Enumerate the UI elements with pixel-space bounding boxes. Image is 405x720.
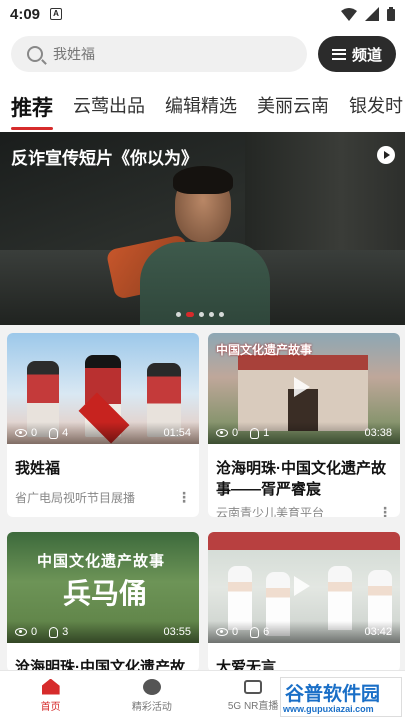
watermark-text: 谷普软件园 (285, 684, 381, 705)
video-thumbnail[interactable]: 中国文化遗产故事 0 1 03:38 (208, 333, 400, 444)
tab-silver[interactable]: 银发时 (349, 92, 403, 118)
view-count: 0 (31, 427, 38, 439)
banner-person (140, 166, 270, 325)
more-icon[interactable]: ⋮ (378, 504, 392, 517)
nav-home-label: 首页 (40, 701, 61, 713)
thumb-caption-large: 兵马俑 (63, 578, 148, 609)
status-bar: 4:09 A (0, 0, 405, 28)
wifi-icon (341, 7, 357, 21)
thumb-caption: 中国文化遗产故事 (37, 553, 166, 570)
watermark-logo: 谷普软件园 www.gupuxiazai.com (280, 677, 402, 717)
nav-live-label: 5G NR直播 (227, 700, 279, 712)
status-time: 4:09 (10, 5, 41, 23)
search-icon (27, 46, 43, 62)
sim-icon: A (50, 8, 63, 20)
like-count: 6 (263, 626, 270, 638)
carousel-dot[interactable] (176, 312, 181, 317)
eye-icon (216, 628, 228, 636)
play-icon[interactable] (377, 146, 395, 164)
thumb-meta: 0 4 01:54 (7, 422, 199, 444)
video-card[interactable]: 0 6 03:42 大爱无言 (208, 532, 400, 672)
battery-icon (387, 7, 395, 21)
category-tabs: 推荐 云莺出品 编辑精选 美丽云南 银发时 (0, 92, 405, 132)
thumb-meta: 0 1 03:38 (208, 422, 400, 444)
more-icon[interactable]: ⋮ (177, 489, 191, 506)
video-thumbnail[interactable]: 中国文化遗产故事 兵马俑 0 3 03:55 (7, 532, 199, 643)
like-icon (250, 427, 260, 439)
view-count: 0 (31, 626, 38, 638)
card-source: 省广电局视听节目展播 (15, 491, 136, 505)
video-thumbnail[interactable]: 0 4 01:54 (7, 333, 199, 444)
card-source: 云南青少儿美育平台 (216, 506, 325, 517)
thumb-meta: 0 3 03:55 (7, 621, 199, 643)
carousel-dot[interactable] (209, 312, 214, 317)
duration: 03:55 (163, 626, 191, 638)
like-count: 4 (62, 427, 69, 439)
video-card[interactable]: 中国文化遗产故事 0 1 03:38 沧海明珠·中国文化遗产故事——胥严睿宸 云… (208, 333, 400, 517)
carousel-dot[interactable] (219, 312, 224, 317)
carousel-dots (176, 312, 224, 317)
eye-icon (15, 429, 27, 437)
banner-carousel[interactable]: 反诈宣传短片《你以为》 (0, 132, 405, 325)
card-title[interactable]: 大爱无言 (208, 643, 400, 672)
nav-home[interactable]: 首页 (0, 671, 101, 720)
like-count: 1 (263, 427, 270, 439)
card-title[interactable]: 沧海明珠·中国文化遗产故事——胥严睿宸 (208, 444, 400, 500)
watermark-url: www.gupuxiazai.com (283, 704, 374, 714)
tab-yunying[interactable]: 云莺出品 (73, 92, 145, 118)
card-source-row: 云南青少儿美育平台 ⋮ (208, 500, 400, 517)
search-bar[interactable] (11, 36, 307, 72)
home-icon (41, 678, 60, 695)
duration: 01:54 (163, 427, 191, 439)
tab-editor-picks[interactable]: 编辑精选 (165, 92, 237, 118)
video-card[interactable]: 0 4 01:54 我姓福 省广电局视听节目展播 ⋮ (7, 333, 199, 517)
carousel-dot-active[interactable] (186, 312, 194, 317)
video-thumbnail[interactable]: 0 6 03:42 (208, 532, 400, 643)
duration: 03:42 (364, 626, 392, 638)
tab-beautiful-yunnan[interactable]: 美丽云南 (257, 92, 329, 118)
activity-icon (142, 678, 161, 695)
play-icon (294, 576, 310, 596)
banner-title: 反诈宣传短片《你以为》 (11, 149, 198, 168)
like-icon (49, 626, 59, 638)
like-icon (250, 626, 260, 638)
app-header: 频道 推荐 云莺出品 编辑精选 美丽云南 银发时 (0, 28, 405, 132)
channel-button-label: 频道 (351, 46, 382, 64)
card-source-row: 省广电局视听节目展播 ⋮ (7, 479, 199, 506)
video-card[interactable]: 中国文化遗产故事 兵马俑 0 3 03:55 沧海明珠·中国文化遗产故 (7, 532, 199, 672)
view-count: 0 (232, 626, 239, 638)
like-icon (49, 427, 59, 439)
duration: 03:38 (364, 427, 392, 439)
view-count: 0 (232, 427, 239, 439)
thumb-meta: 0 6 03:42 (208, 621, 400, 643)
signal-icon (365, 7, 379, 21)
search-input[interactable] (53, 46, 253, 62)
nav-activities[interactable]: 精彩活动 (101, 671, 202, 720)
nav-activities-label: 精彩活动 (131, 701, 172, 713)
menu-icon (331, 48, 346, 60)
card-title[interactable]: 沧海明珠·中国文化遗产故 (7, 643, 199, 672)
tab-recommended[interactable]: 推荐 (11, 92, 53, 130)
status-icons (341, 7, 395, 21)
thumb-caption: 中国文化遗产故事 (216, 343, 313, 357)
eye-icon (216, 429, 228, 437)
channel-button[interactable]: 频道 (318, 36, 396, 72)
eye-icon (15, 628, 27, 636)
card-title[interactable]: 我姓福 (7, 444, 199, 479)
tv-icon (244, 679, 263, 694)
play-icon (294, 377, 310, 397)
carousel-dot[interactable] (199, 312, 204, 317)
like-count: 3 (62, 626, 69, 638)
